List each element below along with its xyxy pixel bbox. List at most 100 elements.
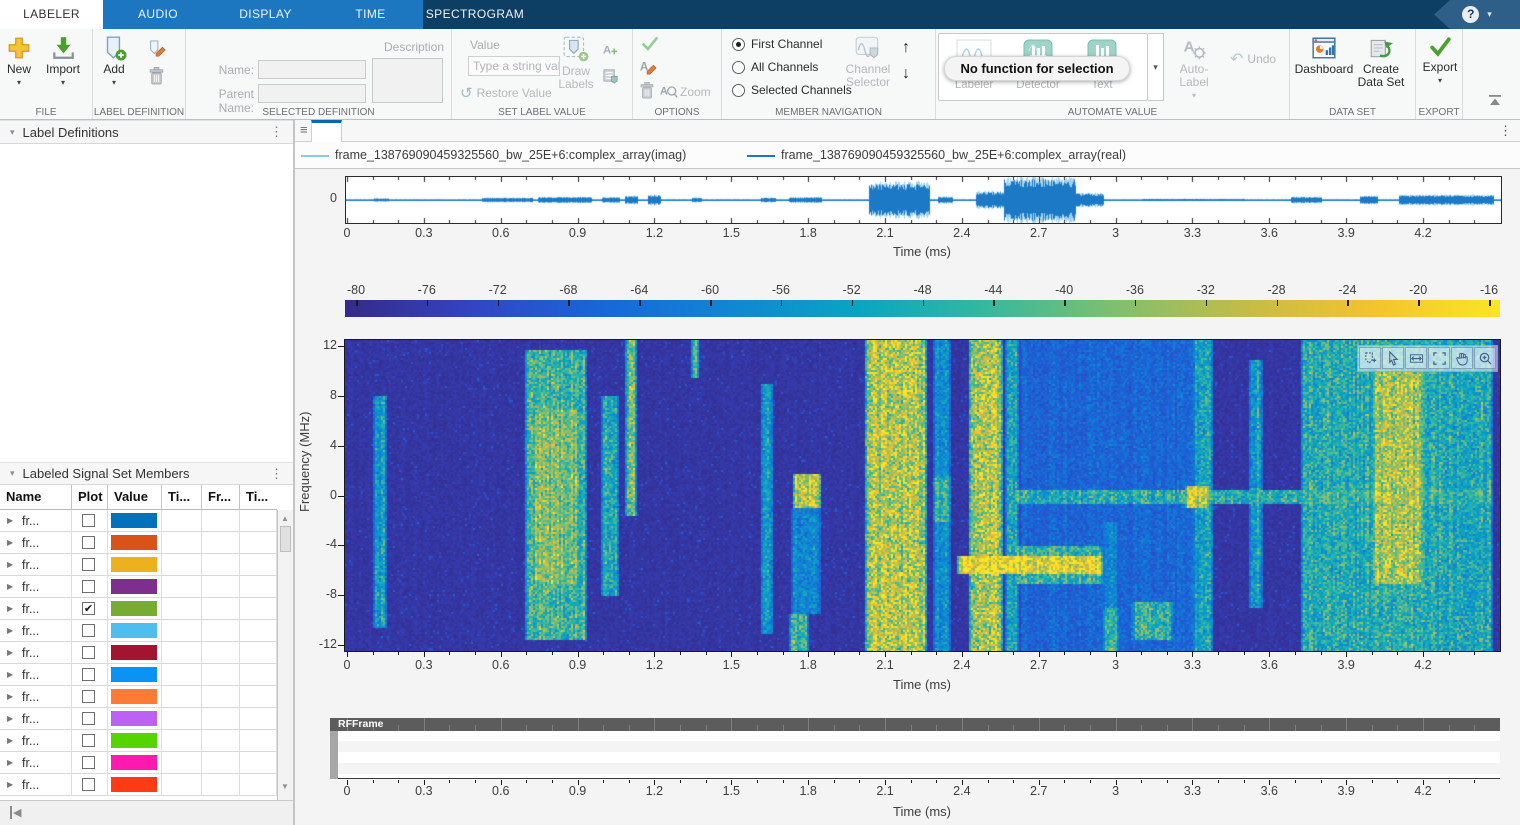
members-scrollbar[interactable]: ▲ ▼: [277, 510, 293, 800]
plot-checkbox[interactable]: [82, 624, 95, 637]
row-expand-icon[interactable]: ▶: [7, 670, 13, 679]
add-caret-icon[interactable]: ▾: [112, 78, 116, 87]
collapse-panel-icon[interactable]: ▾: [10, 127, 15, 138]
table-row[interactable]: ▶fr...✔: [0, 598, 277, 620]
table-row[interactable]: ▶fr...: [0, 708, 277, 730]
table-row[interactable]: ▶fr...: [0, 554, 277, 576]
rfframe-cursor-handle[interactable]: [330, 731, 338, 779]
table-row[interactable]: ▶fr...: [0, 752, 277, 774]
row-expand-icon[interactable]: ▶: [7, 736, 13, 745]
collapse-panel-icon[interactable]: ▾: [10, 468, 15, 479]
delete-label-definition-button[interactable]: [147, 66, 166, 92]
col-fr[interactable]: Fr...: [202, 485, 240, 509]
tab-time[interactable]: TIME: [318, 0, 423, 29]
table-row[interactable]: ▶fr...: [0, 686, 277, 708]
row-expand-icon[interactable]: ▶: [7, 692, 13, 701]
help-caret-icon[interactable]: ▾: [1487, 9, 1492, 20]
pan-tool-button[interactable]: [1451, 347, 1473, 369]
row-expand-icon[interactable]: ▶: [7, 780, 13, 789]
table-row[interactable]: ▶fr...: [0, 664, 277, 686]
tab-spectrogram[interactable]: SPECTROGRAM: [423, 0, 527, 29]
add-region-label-button[interactable]: [1359, 347, 1381, 369]
table-row[interactable]: ▶fr...: [0, 576, 277, 598]
scroll-up-icon[interactable]: ▲: [281, 514, 289, 523]
label-color-swatch[interactable]: [111, 667, 157, 682]
plot-checkbox[interactable]: [82, 580, 95, 593]
table-row[interactable]: ▶fr...: [0, 642, 277, 664]
label-color-swatch[interactable]: [111, 557, 157, 572]
row-expand-icon[interactable]: ▶: [7, 758, 13, 767]
col-ti2[interactable]: Ti...: [240, 485, 277, 509]
table-row[interactable]: ▶fr...: [0, 730, 277, 752]
edit-label-definition-button[interactable]: [148, 40, 166, 63]
radio-selected-channels[interactable]: Selected Channels: [732, 83, 852, 97]
plot-checkbox[interactable]: [82, 646, 95, 659]
row-expand-icon[interactable]: ▶: [7, 538, 13, 547]
col-value[interactable]: Value: [108, 485, 162, 509]
plot-checkbox[interactable]: ✔: [82, 602, 95, 615]
plot-checkbox[interactable]: [82, 536, 95, 549]
table-row[interactable]: ▶fr...: [0, 620, 277, 642]
zoom-in-button[interactable]: [1474, 347, 1496, 369]
col-ti1[interactable]: Ti...: [162, 485, 202, 509]
label-color-swatch[interactable]: [111, 579, 157, 594]
new-button[interactable]: New ▾: [6, 35, 32, 87]
fit-view-button[interactable]: [1428, 347, 1450, 369]
previous-member-button[interactable]: ↑: [902, 39, 910, 57]
plot-checkbox[interactable]: [82, 690, 95, 703]
import-caret-icon[interactable]: ▾: [61, 78, 65, 87]
tab-list-icon[interactable]: ≡: [300, 122, 308, 137]
plot-checkbox[interactable]: [82, 668, 95, 681]
label-color-swatch[interactable]: [111, 645, 157, 660]
label-color-swatch[interactable]: [111, 689, 157, 704]
row-expand-icon[interactable]: ▶: [7, 648, 13, 657]
plot-checkbox[interactable]: [82, 558, 95, 571]
tab-labeler[interactable]: LABELER: [0, 0, 103, 29]
label-color-swatch[interactable]: [111, 733, 157, 748]
export-button[interactable]: Export ▾: [1418, 35, 1462, 85]
label-color-swatch[interactable]: [111, 777, 157, 792]
col-name[interactable]: Name: [0, 485, 72, 509]
tab-audio[interactable]: AUDIO: [103, 0, 213, 29]
label-definitions-menu-icon[interactable]: ⋮: [270, 124, 283, 140]
scroll-down-icon[interactable]: ▼: [281, 782, 289, 791]
col-plot[interactable]: Plot: [72, 485, 108, 509]
new-caret-icon[interactable]: ▾: [17, 78, 21, 87]
import-button[interactable]: Import ▾: [46, 35, 80, 87]
help-icon[interactable]: ?: [1462, 6, 1479, 23]
plot-panel-menu-icon[interactable]: ⋮: [1499, 123, 1512, 139]
row-expand-icon[interactable]: ▶: [7, 582, 13, 591]
plot-checkbox[interactable]: [82, 734, 95, 747]
accept-button[interactable]: [640, 35, 660, 58]
collapse-sidebar-icon[interactable]: ◀: [10, 806, 21, 819]
edit-value-button[interactable]: A: [639, 58, 657, 81]
table-row[interactable]: ▶fr...: [0, 532, 277, 554]
document-tab[interactable]: [311, 120, 342, 142]
rfframe-track-header[interactable]: RFFrame: [330, 718, 1500, 731]
table-row[interactable]: ▶fr...: [0, 510, 277, 532]
gallery-dropdown-button[interactable]: ▾: [1148, 33, 1164, 101]
members-menu-icon[interactable]: ⋮: [270, 466, 283, 482]
spectrogram-plot[interactable]: [344, 339, 1501, 652]
add-label-definition-button[interactable]: Add ▾: [101, 35, 127, 87]
radio-first-channel[interactable]: First Channel: [732, 37, 822, 51]
label-color-swatch[interactable]: [111, 755, 157, 770]
row-expand-icon[interactable]: ▶: [7, 714, 13, 723]
row-expand-icon[interactable]: ▶: [7, 626, 13, 635]
rfframe-track-body[interactable]: [330, 731, 1500, 779]
label-color-swatch[interactable]: [111, 601, 157, 616]
label-definitions-header[interactable]: ▾ Label Definitions ⋮: [0, 120, 293, 144]
row-expand-icon[interactable]: ▶: [7, 560, 13, 569]
create-data-set-button[interactable]: Create Data Set: [1352, 35, 1410, 89]
label-color-swatch[interactable]: [111, 513, 157, 528]
dashboard-button[interactable]: Dashboard: [1294, 35, 1354, 76]
next-member-button[interactable]: ↓: [902, 65, 910, 83]
table-row[interactable]: ▶fr...: [0, 774, 277, 796]
scroll-thumb[interactable]: [280, 526, 291, 552]
radio-all-channels[interactable]: All Channels: [732, 60, 818, 74]
row-expand-icon[interactable]: ▶: [7, 516, 13, 525]
label-color-swatch[interactable]: [111, 623, 157, 638]
members-header[interactable]: ▾ Labeled Signal Set Members ⋮: [0, 462, 293, 485]
horizontal-zoom-button[interactable]: [1405, 347, 1427, 369]
label-color-swatch[interactable]: [111, 711, 157, 726]
